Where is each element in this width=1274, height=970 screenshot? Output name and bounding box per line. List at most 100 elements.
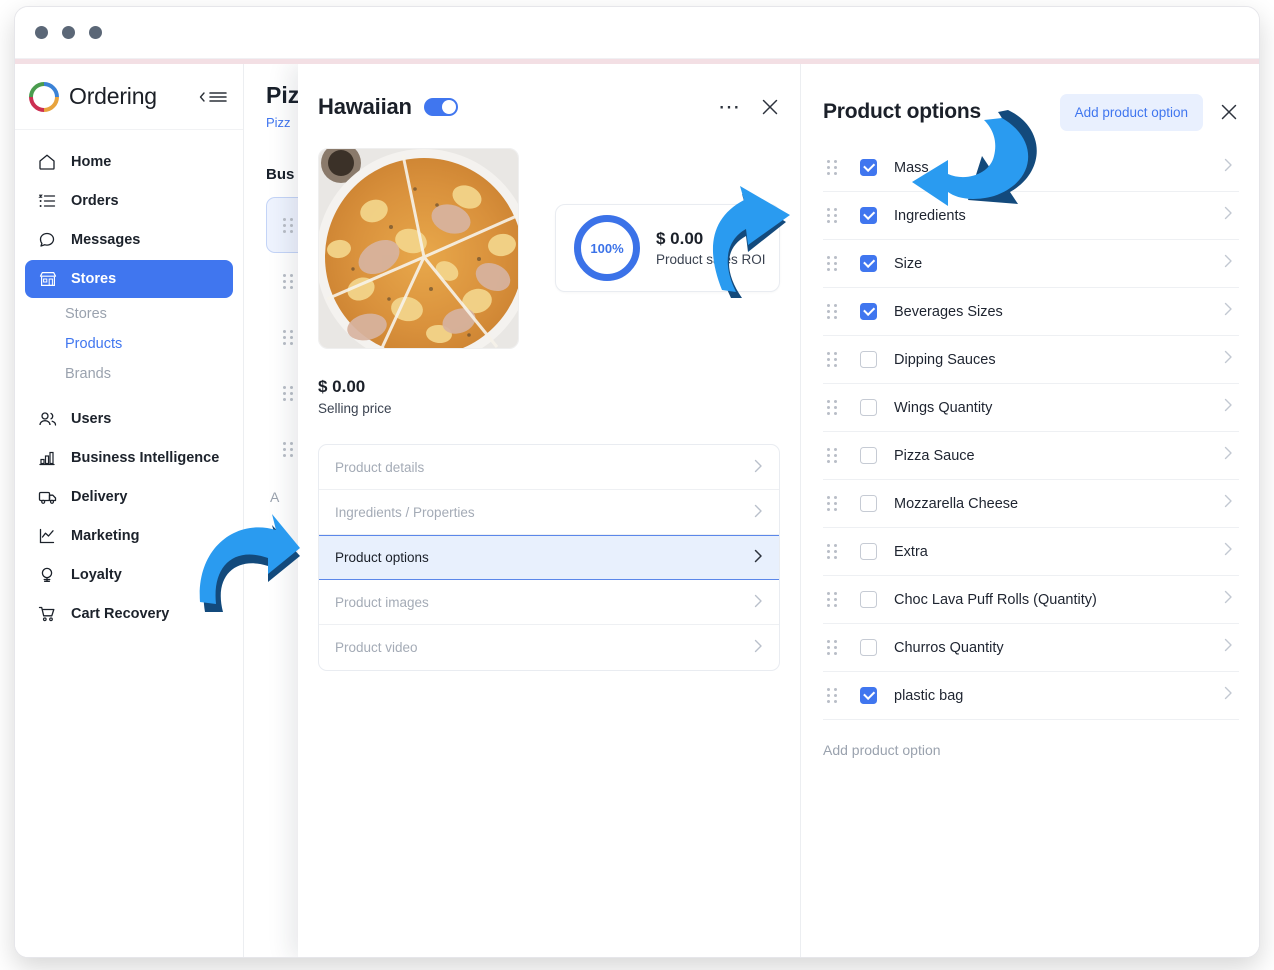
chevron-right-icon[interactable]: [1224, 590, 1233, 609]
sidebar-item-stores[interactable]: Stores: [25, 260, 233, 298]
menu-item-product-options[interactable]: Product options: [319, 535, 779, 580]
home-icon: [38, 153, 60, 171]
sidebar-subitem-label: Brands: [65, 366, 111, 382]
product-option-checkbox[interactable]: [860, 687, 877, 704]
drag-handle-icon[interactable]: [827, 688, 838, 703]
product-option-row[interactable]: Dipping Sauces: [823, 336, 1239, 384]
chevron-right-icon[interactable]: [1224, 302, 1233, 321]
product-image: [318, 148, 519, 349]
chevron-right-icon[interactable]: [1224, 398, 1233, 417]
product-option-checkbox[interactable]: [860, 255, 877, 272]
menu-item-ingredients-properties[interactable]: Ingredients / Properties: [319, 490, 779, 535]
chevron-right-icon[interactable]: [1224, 446, 1233, 465]
product-option-row[interactable]: plastic bag: [823, 672, 1239, 720]
add-product-option-button[interactable]: Add product option: [1059, 93, 1203, 131]
chevron-right-icon[interactable]: [1224, 350, 1233, 369]
drag-handle-icon[interactable]: [283, 217, 294, 233]
sidebar-item-business-intelligence[interactable]: Business Intelligence: [25, 439, 233, 477]
product-option-checkbox[interactable]: [860, 351, 877, 368]
drag-handle-icon[interactable]: [283, 329, 294, 345]
sidebar-item-messages[interactable]: Messages: [25, 221, 233, 259]
sidebar-item-cart-recovery[interactable]: Cart Recovery: [25, 595, 233, 633]
product-option-checkbox[interactable]: [860, 495, 877, 512]
chevron-right-icon[interactable]: [1224, 638, 1233, 657]
truck-icon: [38, 488, 60, 506]
product-option-checkbox[interactable]: [860, 639, 877, 656]
drag-handle-icon[interactable]: [827, 640, 838, 655]
product-option-row[interactable]: Mozzarella Cheese: [823, 480, 1239, 528]
drag-handle-icon[interactable]: [827, 400, 838, 415]
sidebar-item-loyalty[interactable]: Loyalty: [25, 556, 233, 594]
brand-name: Ordering: [69, 83, 157, 109]
close-icon[interactable]: [1219, 102, 1239, 122]
drag-handle-icon[interactable]: [827, 256, 838, 271]
drag-handle-icon[interactable]: [827, 304, 838, 319]
drag-handle-icon[interactable]: [827, 160, 838, 175]
drag-handle-icon[interactable]: [283, 273, 294, 289]
product-option-checkbox[interactable]: [860, 303, 877, 320]
product-option-checkbox[interactable]: [860, 207, 877, 224]
product-option-checkbox[interactable]: [860, 543, 877, 560]
product-option-row[interactable]: Mass: [823, 144, 1239, 192]
sidebar-subitem-products[interactable]: Products: [15, 329, 243, 359]
store-icon: [38, 270, 60, 288]
drag-handle-icon[interactable]: [827, 352, 838, 367]
collapse-menu-icon[interactable]: [198, 90, 227, 104]
product-option-checkbox[interactable]: [860, 399, 877, 416]
product-modal-actions: ⋯: [718, 96, 780, 118]
menu-item-product-details[interactable]: Product details: [319, 445, 779, 490]
window-controls[interactable]: [35, 26, 102, 39]
add-product-option-link[interactable]: Add product option: [823, 742, 1239, 758]
menu-item-label: Ingredients / Properties: [335, 504, 475, 520]
product-option-row[interactable]: Extra: [823, 528, 1239, 576]
product-option-label: Dipping Sauces: [894, 351, 996, 368]
chevron-right-icon[interactable]: [1224, 158, 1233, 177]
menu-item-product-video[interactable]: Product video: [319, 625, 779, 670]
line-chart-icon: [38, 527, 60, 545]
drag-handle-icon[interactable]: [827, 592, 838, 607]
sidebar-item-home[interactable]: Home: [25, 143, 233, 181]
product-option-checkbox[interactable]: [860, 591, 877, 608]
sidebar-subitem-stores[interactable]: Stores: [15, 299, 243, 329]
drag-handle-icon[interactable]: [827, 544, 838, 559]
chevron-right-icon: [754, 594, 763, 611]
menu-item-product-images[interactable]: Product images: [319, 580, 779, 625]
window-maximize-dot[interactable]: [89, 26, 102, 39]
sidebar-item-marketing[interactable]: Marketing: [25, 517, 233, 555]
product-option-checkbox[interactable]: [860, 447, 877, 464]
product-enabled-toggle[interactable]: [423, 98, 458, 116]
roi-amount: $ 0.00: [656, 229, 704, 248]
sidebar-item-users[interactable]: Users: [25, 400, 233, 438]
drag-handle-icon[interactable]: [827, 448, 838, 463]
product-option-row[interactable]: Ingredients: [823, 192, 1239, 240]
sidebar-item-delivery[interactable]: Delivery: [25, 478, 233, 516]
sidebar-subitem-label: Products: [65, 336, 123, 352]
sidebar-subitem-brands[interactable]: Brands: [15, 359, 243, 389]
chevron-right-icon[interactable]: [1224, 206, 1233, 225]
product-option-row[interactable]: Wings Quantity: [823, 384, 1239, 432]
chevron-right-icon[interactable]: [1224, 542, 1233, 561]
menu-item-label: Product video: [335, 640, 418, 655]
product-option-row[interactable]: Beverages Sizes: [823, 288, 1239, 336]
product-option-checkbox[interactable]: [860, 159, 877, 176]
ellipsis-icon[interactable]: ⋯: [718, 96, 742, 118]
product-option-row[interactable]: Size: [823, 240, 1239, 288]
sidebar-item-label: Home: [71, 154, 112, 170]
sidebar-item-orders[interactable]: Orders: [25, 182, 233, 220]
window-minimize-dot[interactable]: [62, 26, 75, 39]
chevron-right-icon[interactable]: [1224, 686, 1233, 705]
product-option-row[interactable]: Choc Lava Puff Rolls (Quantity): [823, 576, 1239, 624]
product-option-row[interactable]: Churros Quantity: [823, 624, 1239, 672]
sidebar-item-label: Business Intelligence: [71, 450, 220, 466]
drag-handle-icon[interactable]: [283, 441, 294, 457]
chevron-right-icon[interactable]: [1224, 494, 1233, 513]
chevron-right-icon[interactable]: [1224, 254, 1233, 273]
sidebar-item-label: Cart Recovery: [71, 606, 170, 622]
drag-handle-icon[interactable]: [827, 208, 838, 223]
window-close-dot[interactable]: [35, 26, 48, 39]
product-option-row[interactable]: Pizza Sauce: [823, 432, 1239, 480]
drag-handle-icon[interactable]: [827, 496, 838, 511]
close-icon[interactable]: [760, 97, 780, 117]
drag-handle-icon[interactable]: [283, 385, 294, 401]
browser-window: Ordering Home Orders Messages Stores Sto…: [14, 6, 1260, 958]
